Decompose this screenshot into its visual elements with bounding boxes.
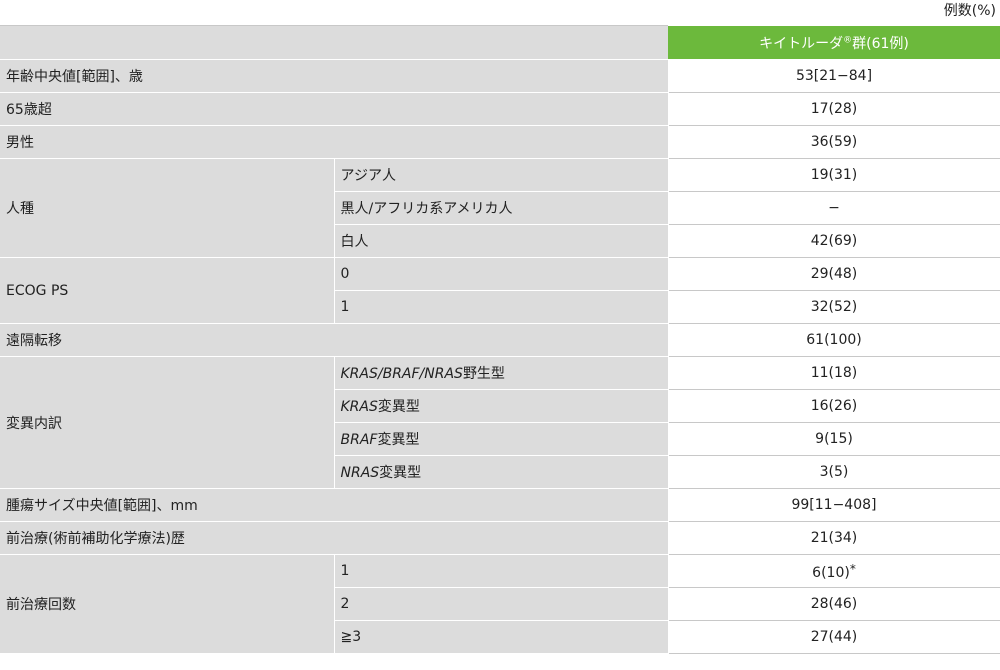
group-header-cell: キイトルーダ®群(61例): [668, 25, 1000, 60]
row-value-metastasis: 61(100): [667, 323, 1000, 357]
sub-label-asian: アジア人: [334, 158, 669, 192]
row-label-mutation: 変異内訳: [0, 356, 335, 489]
value-prior-1: 6(10)*: [667, 554, 1000, 588]
gene-name: KRAS/BRAF/NRAS: [340, 366, 463, 382]
mutation-type: 野生型: [462, 366, 505, 382]
sub-label-prior-1: 1: [334, 554, 669, 588]
row-value-tumor: 99[11−408]: [667, 488, 1000, 522]
row-label-male: 男性: [0, 125, 669, 159]
value-wildtype: 11(18): [667, 356, 1000, 390]
value-white: 42(69): [667, 224, 1000, 258]
table-row: 男性 36(59): [0, 125, 1000, 159]
gene-name: KRAS: [340, 399, 378, 415]
gene-name: BRAF: [340, 432, 378, 448]
table-row: 65歳超 17(28): [0, 92, 1000, 126]
value-prior-3: 27(44): [667, 620, 1000, 654]
sub-label-prior-3: ≧3: [334, 620, 669, 654]
table-row: 前治療(術前補助化学療法)歴 21(34): [0, 521, 1000, 555]
value-kras: 16(26): [667, 389, 1000, 423]
row-value-prior: 21(34): [667, 521, 1000, 555]
header-blank-cell: [0, 25, 668, 60]
group-name: キイトルーダ: [759, 35, 844, 52]
registered-mark: ®: [843, 34, 853, 45]
value-black: −: [667, 191, 1000, 225]
table-row: ECOG PS 0 29(48): [0, 257, 1000, 324]
patient-characteristics-table: キイトルーダ®群(61例) 年齢中央値[範囲]、歳 53[21−84] 65歳超…: [0, 25, 1000, 654]
row-label-tumor: 腫瘍サイズ中央値[範囲]、mm: [0, 488, 669, 522]
gene-name: NRAS: [340, 465, 380, 481]
sub-label-kras: KRAS変異型: [334, 389, 669, 423]
value-asian: 19(31): [667, 158, 1000, 192]
value-nras: 3(5): [667, 455, 1000, 489]
value-ecog-0: 29(48): [667, 257, 1000, 291]
mutation-type: 変異型: [379, 465, 422, 481]
row-label-age: 年齢中央値[範囲]、歳: [0, 59, 669, 93]
row-label-over65: 65歳超: [0, 92, 669, 126]
footnote-mark: *: [849, 561, 856, 576]
row-value-over65: 17(28): [667, 92, 1000, 126]
sub-label-ecog-1: 1: [334, 290, 669, 324]
row-label-metastasis: 遠隔転移: [0, 323, 669, 357]
mutation-type: 変異型: [377, 399, 420, 415]
table-row: 前治療回数 1 6(10)*: [0, 554, 1000, 654]
table-row: 腫瘍サイズ中央値[範囲]、mm 99[11−408]: [0, 488, 1000, 522]
sub-label-nras: NRAS変異型: [334, 455, 669, 489]
value-text: 6(10): [812, 564, 850, 581]
row-label-prior: 前治療(術前補助化学療法)歴: [0, 521, 669, 555]
unit-label: 例数(%): [943, 3, 996, 19]
row-value-male: 36(59): [667, 125, 1000, 159]
value-prior-2: 28(46): [667, 587, 1000, 621]
value-braf: 9(15): [667, 422, 1000, 456]
table-row: 人種 アジア人 19(31): [0, 158, 1000, 258]
table-row: 変異内訳 KRAS/BRAF/NRAS野生型 11(18): [0, 356, 1000, 489]
value-ecog-1: 32(52): [667, 290, 1000, 324]
sub-label-black: 黒人/アフリカ系アメリカ人: [334, 191, 669, 225]
table-row: 年齢中央値[範囲]、歳 53[21−84]: [0, 59, 1000, 93]
group-count: 群(61例): [852, 35, 909, 52]
table-row: 遠隔転移 61(100): [0, 323, 1000, 357]
sub-label-prior-2: 2: [334, 587, 669, 621]
row-label-race: 人種: [0, 158, 335, 258]
sub-label-braf: BRAF変異型: [334, 422, 669, 456]
sub-label-white: 白人: [334, 224, 669, 258]
sub-label-wildtype: KRAS/BRAF/NRAS野生型: [334, 356, 669, 390]
mutation-type: 変異型: [377, 432, 420, 448]
row-label-prior-count: 前治療回数: [0, 554, 335, 654]
row-label-ecog: ECOG PS: [0, 257, 335, 324]
row-value-age: 53[21−84]: [667, 59, 1000, 93]
sub-label-ecog-0: 0: [334, 257, 669, 291]
table-header-row: キイトルーダ®群(61例): [0, 25, 1000, 60]
